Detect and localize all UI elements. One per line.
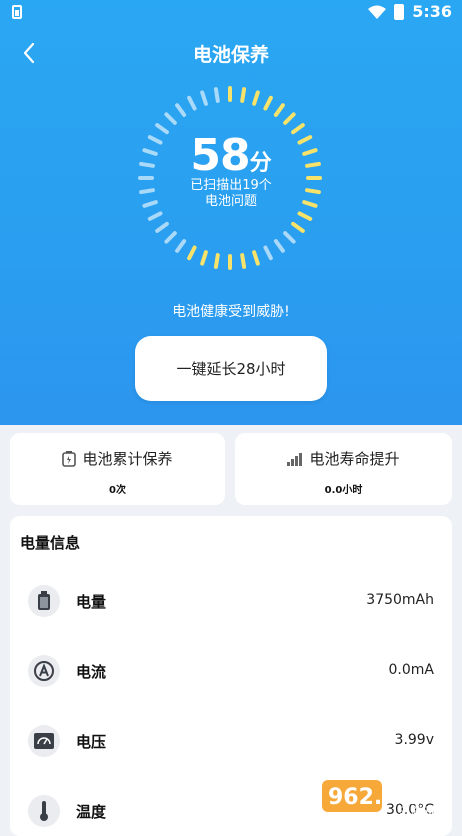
dial-tick: [297, 211, 313, 221]
stat-life-value: 0.0小时: [324, 485, 363, 496]
thermometer-icon: [28, 795, 60, 827]
voltmeter-icon: [28, 725, 60, 757]
score-value: 58: [190, 130, 250, 181]
stat-life-label: 电池寿命提升: [309, 450, 400, 468]
stat-care-value: 0次: [109, 485, 126, 496]
dial-tick: [187, 95, 197, 111]
stat-card-life[interactable]: 电池寿命提升 0.0小时: [235, 433, 452, 505]
info-value-current: 0.0mA: [388, 662, 434, 678]
status-bar: 5:36: [0, 0, 462, 26]
dial-tick: [155, 221, 169, 233]
dial-tick: [240, 253, 247, 269]
dial-tick: [240, 87, 247, 103]
score-display: 58分: [0, 130, 462, 181]
dial-tick: [147, 211, 163, 221]
dial-tick: [283, 231, 296, 244]
info-value-capacity: 3750mAh: [366, 592, 434, 608]
info-label-temperature: 温度: [76, 803, 107, 821]
info-label-voltage: 电压: [76, 733, 107, 751]
dial-tick: [291, 221, 305, 233]
dial-tick: [213, 253, 220, 269]
battery-saver-icon: [12, 5, 22, 19]
watermark-logo: 962.NET 乐游网: [322, 780, 434, 819]
info-row-current: 电流 0.0mA: [10, 646, 452, 696]
warning-text: 电池健康受到威胁!: [172, 304, 290, 320]
signal-bars-icon: [287, 452, 303, 466]
stat-card-care[interactable]: 电池累计保养 0次: [10, 433, 225, 505]
dial-tick: [273, 239, 285, 253]
dial-tick: [187, 245, 197, 261]
dial-tick: [263, 95, 273, 111]
dial-tick: [252, 90, 260, 106]
info-row-voltage: 电压 3.99v: [10, 716, 452, 766]
battery-icon: [28, 585, 60, 617]
stat-care-label: 电池累计保养: [82, 450, 173, 468]
scan-result-line2: 电池问题: [204, 194, 257, 209]
dial-tick: [200, 250, 208, 266]
status-time: 5:36: [412, 2, 452, 21]
info-value-voltage: 3.99v: [394, 732, 434, 748]
extend-battery-button[interactable]: 一键延长28小时: [135, 336, 327, 401]
info-title: 电量信息: [20, 534, 81, 552]
dial-tick: [213, 87, 220, 103]
dial-tick: [263, 245, 273, 261]
wifi-icon: [368, 5, 387, 19]
current-icon: [28, 655, 60, 687]
scan-result-line1: 已扫描出19个: [190, 178, 272, 193]
dial-tick: [283, 112, 296, 125]
watermark-text2: 乐游网: [398, 805, 434, 819]
dial-tick: [164, 231, 177, 244]
dial-tick: [273, 103, 285, 117]
dial-tick: [175, 239, 187, 253]
dial-tick: [164, 112, 177, 125]
battery-care-icon: [62, 450, 77, 467]
header: 5:36 电池保养 58分 已扫描出19个 电池问题 电池健康受到威胁! 一键延…: [0, 0, 462, 425]
dial-tick: [252, 250, 260, 266]
dial-tick: [200, 90, 208, 106]
score-unit: 分: [249, 151, 272, 176]
info-label-current: 电流: [76, 663, 107, 681]
page-title: 电池保养: [192, 44, 269, 66]
info-row-capacity: 电量 3750mAh: [10, 576, 452, 626]
battery-status-icon: [394, 3, 405, 20]
dial-tick: [175, 103, 187, 117]
info-label-capacity: 电量: [76, 593, 107, 611]
